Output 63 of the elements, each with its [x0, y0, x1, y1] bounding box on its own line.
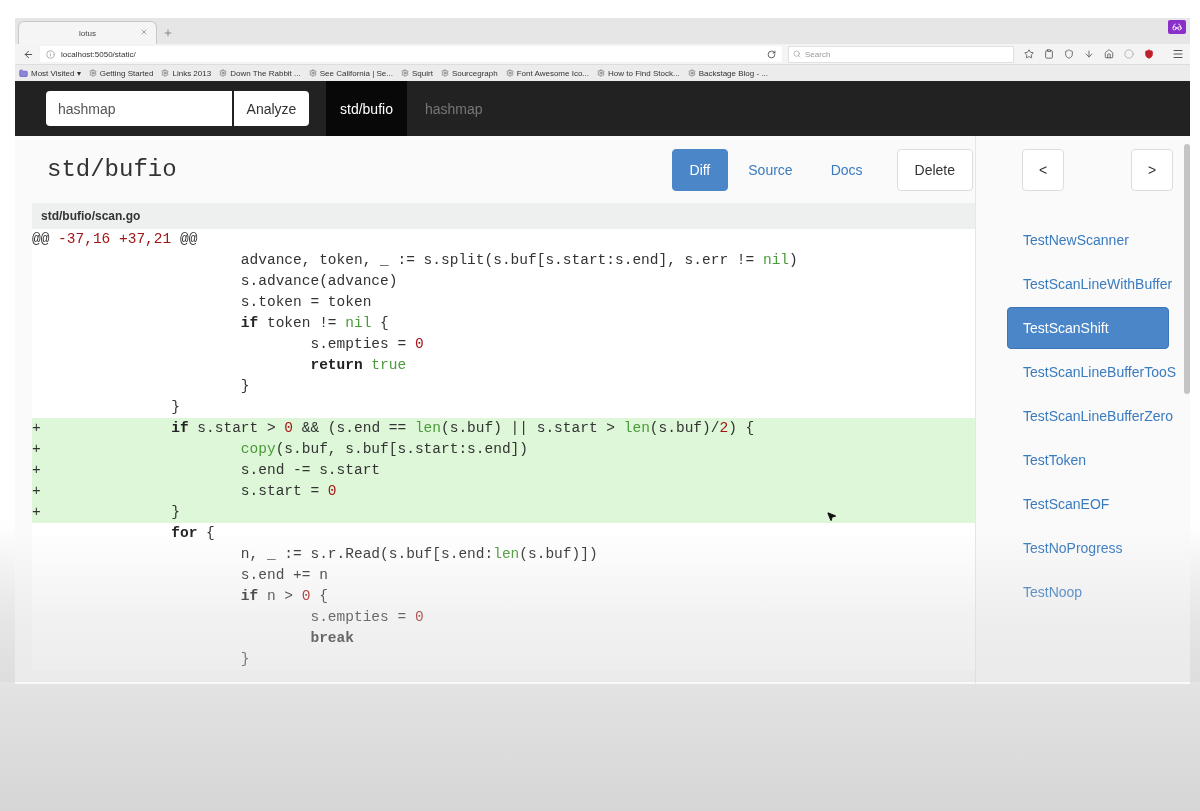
bookmark-label: Links 2013 [172, 68, 212, 78]
file-path: std/bufio/scan.go [32, 203, 975, 229]
star-icon[interactable] [1024, 49, 1034, 59]
mask-icon[interactable] [1168, 20, 1186, 34]
search-icon [793, 50, 801, 58]
test-item[interactable]: TestToken [1007, 439, 1169, 481]
url-field[interactable]: localhost:5050/static/ [40, 46, 782, 62]
gear-icon [88, 69, 97, 77]
view-tab[interactable]: Source [730, 148, 811, 191]
new-tab-icon[interactable] [163, 28, 173, 38]
bookmark-label: See California | Se... [319, 68, 393, 78]
info-icon [46, 49, 55, 59]
search-field[interactable]: Search [788, 45, 1014, 63]
bookmark-label: Most Visited ▾ [31, 68, 81, 78]
search-placeholder: Search [805, 49, 831, 59]
download-icon[interactable] [1084, 49, 1094, 59]
bookmark-label: How to Find Stock... [608, 68, 680, 78]
close-icon[interactable] [140, 28, 148, 36]
bookmark-label: Font Awesome Ico... [516, 68, 590, 78]
gear-icon [161, 69, 170, 77]
test-item[interactable]: TestNoop [1007, 571, 1169, 613]
bookmark-label: Backstage Blog - ... [698, 68, 768, 78]
view-tab[interactable]: Diff [671, 148, 729, 191]
cursor-icon [826, 511, 837, 522]
bookmark-label: Squirt [411, 68, 433, 78]
view-tab[interactable]: Docs [812, 148, 881, 191]
nav-tab[interactable]: std/bufio [326, 81, 407, 136]
url-text: localhost:5050/static/ [61, 49, 137, 59]
gear-icon [687, 69, 696, 77]
test-item[interactable]: TestNoProgress [1007, 527, 1169, 569]
bookmark-label: Sourcegraph [451, 68, 498, 78]
gear-icon [219, 69, 228, 77]
next-button[interactable]: > [1131, 148, 1173, 191]
home-icon[interactable] [1104, 49, 1114, 59]
gear-icon [440, 69, 449, 77]
test-item[interactable]: TestScanLineWithBuffer [1007, 263, 1174, 305]
shield-icon[interactable] [1144, 49, 1154, 59]
nav-tab[interactable]: hashmap [406, 81, 501, 136]
test-item[interactable]: TestScanEOF [1007, 483, 1169, 525]
gear-icon [597, 69, 606, 77]
back-icon[interactable] [23, 48, 34, 60]
analyze-button[interactable]: Analyze [234, 91, 309, 126]
test-item[interactable]: TestScanLineBufferTooS [1007, 351, 1178, 393]
gear-icon [505, 69, 514, 77]
query-field[interactable]: hashmap [46, 91, 232, 126]
package-title: std/bufio [47, 156, 177, 183]
folder-icon [19, 68, 28, 78]
reload-icon[interactable] [767, 49, 776, 59]
delete-button[interactable]: Delete [896, 148, 973, 191]
test-item[interactable]: TestScanLineBufferZero [1007, 395, 1174, 437]
bookmark-label: Getting Started [99, 68, 154, 78]
test-item[interactable]: TestNewScanner [1007, 219, 1169, 261]
tab-title: lotus [79, 28, 96, 38]
gear-icon [308, 69, 317, 77]
gear-icon [400, 69, 409, 77]
scrollbar-thumb[interactable] [1184, 144, 1190, 394]
shield-icon[interactable] [1064, 49, 1074, 59]
test-item[interactable]: TestScanShift [1007, 307, 1169, 349]
browser-tab[interactable]: lotus [18, 21, 157, 44]
clipboard-icon[interactable] [1044, 49, 1054, 59]
bookmark-label: Down The Rabbit ... [230, 68, 301, 78]
previous-button[interactable]: < [1022, 148, 1064, 191]
menu-icon[interactable] [1172, 48, 1184, 60]
